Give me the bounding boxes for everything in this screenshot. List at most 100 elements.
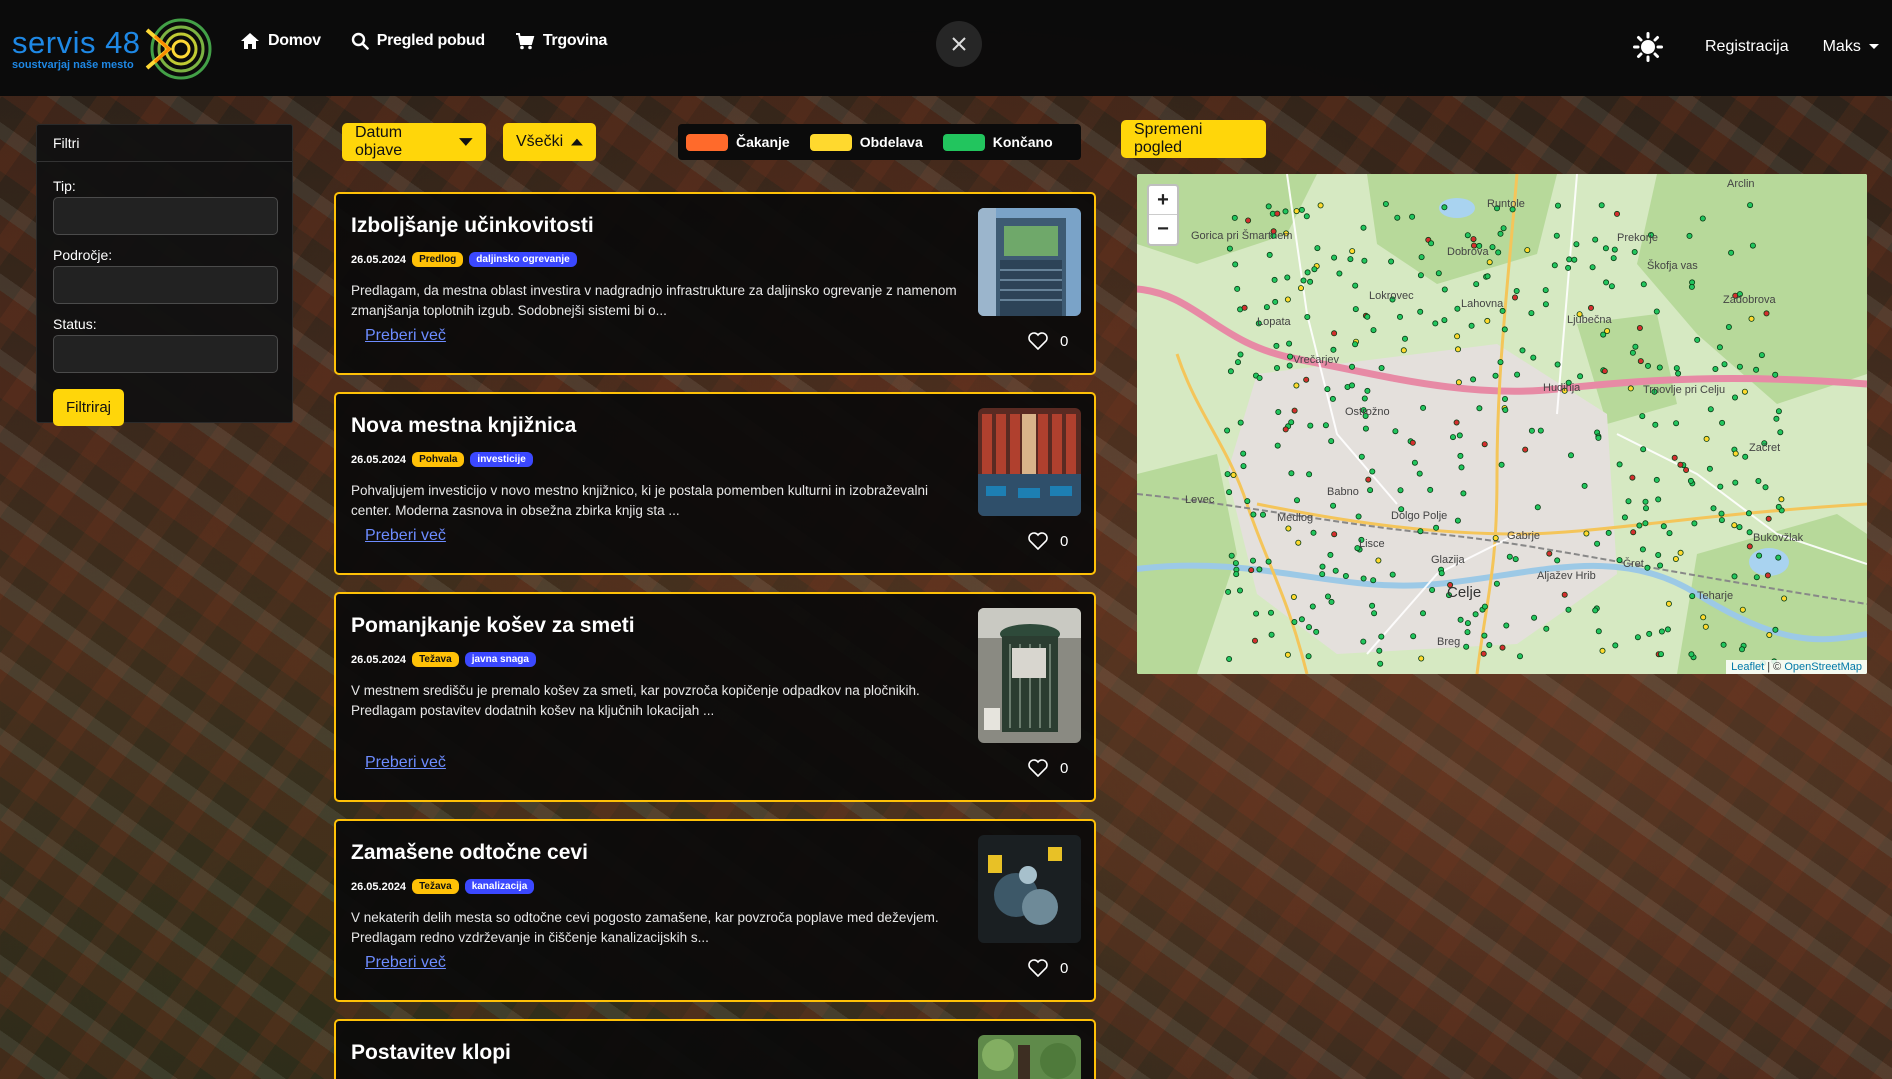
issue-marker[interactable] — [1364, 313, 1371, 320]
issue-marker[interactable] — [1753, 366, 1760, 373]
issue-marker[interactable] — [1331, 254, 1338, 261]
issue-marker[interactable] — [1417, 528, 1424, 535]
issue-marker[interactable] — [1347, 256, 1354, 263]
issue-marker[interactable] — [1503, 622, 1510, 629]
issue-marker[interactable] — [1428, 240, 1435, 247]
issue-marker[interactable] — [1736, 363, 1743, 370]
issue-marker[interactable] — [1324, 386, 1331, 393]
register-link[interactable]: Registracija — [1705, 38, 1789, 56]
issue-marker[interactable] — [1732, 394, 1739, 401]
issue-marker[interactable] — [1639, 546, 1646, 553]
issue-marker[interactable] — [1409, 213, 1416, 220]
issue-marker[interactable] — [1748, 315, 1755, 322]
issue-marker[interactable] — [1331, 531, 1338, 538]
issue-marker[interactable] — [1506, 553, 1513, 560]
issue-marker[interactable] — [1256, 566, 1263, 573]
issue-marker[interactable] — [1225, 588, 1232, 595]
issue-marker[interactable] — [1554, 557, 1561, 564]
issue-marker[interactable] — [1673, 420, 1680, 427]
issue-marker[interactable] — [1675, 370, 1682, 377]
issue-marker[interactable] — [1382, 200, 1389, 207]
issue-marker[interactable] — [1605, 529, 1612, 536]
issue-marker[interactable] — [1303, 213, 1310, 220]
issue-marker[interactable] — [1637, 358, 1644, 365]
issue-marker[interactable] — [1473, 281, 1480, 288]
issue-marker[interactable] — [1567, 452, 1574, 459]
issue-marker[interactable] — [1613, 210, 1620, 217]
read-more-link[interactable]: Preberi več — [365, 954, 446, 972]
issue-marker[interactable] — [1629, 349, 1636, 356]
issue-marker[interactable] — [1378, 364, 1385, 371]
post-title[interactable]: Nova mestna knjižnica — [351, 414, 576, 438]
issue-marker[interactable] — [1731, 522, 1738, 529]
issue-marker[interactable] — [1736, 524, 1743, 531]
like-button[interactable]: 0 — [1028, 532, 1068, 550]
issue-marker[interactable] — [1230, 471, 1237, 478]
issue-marker[interactable] — [1778, 496, 1785, 503]
issue-marker[interactable] — [1522, 446, 1529, 453]
issue-marker[interactable] — [1244, 498, 1251, 505]
issue-marker[interactable] — [1699, 215, 1706, 222]
issue-marker[interactable] — [1599, 647, 1606, 654]
issue-marker[interactable] — [1543, 625, 1550, 632]
issue-marker[interactable] — [1460, 490, 1467, 497]
issue-marker[interactable] — [1516, 653, 1523, 660]
issue-marker[interactable] — [1455, 379, 1462, 386]
issue-marker[interactable] — [1732, 479, 1739, 486]
issue-marker[interactable] — [1592, 607, 1599, 614]
issue-marker[interactable] — [1454, 346, 1461, 353]
issue-marker[interactable] — [1435, 270, 1442, 277]
issue-marker[interactable] — [1542, 287, 1549, 294]
issue-marker[interactable] — [1305, 653, 1312, 660]
like-button[interactable]: 0 — [1028, 332, 1068, 350]
zoom-in-button[interactable]: + — [1149, 186, 1177, 215]
issue-marker[interactable] — [1583, 530, 1590, 537]
issue-marker[interactable] — [1492, 535, 1499, 542]
issue-marker[interactable] — [1484, 273, 1491, 280]
issue-marker[interactable] — [1288, 470, 1295, 477]
issue-marker[interactable] — [1370, 327, 1377, 334]
issue-marker[interactable] — [1290, 593, 1297, 600]
issue-marker[interactable] — [1300, 277, 1307, 284]
issue-marker[interactable] — [1694, 336, 1701, 343]
issue-marker[interactable] — [1237, 351, 1244, 358]
issue-marker[interactable] — [1721, 361, 1728, 368]
issue-marker[interactable] — [1688, 283, 1695, 290]
issue-marker[interactable] — [1392, 428, 1399, 435]
issue-marker[interactable] — [1753, 574, 1760, 581]
issue-marker[interactable] — [1502, 406, 1509, 413]
issue-marker[interactable] — [1271, 276, 1278, 283]
issue-marker[interactable] — [1427, 486, 1434, 493]
read-more-link[interactable]: Preberi več — [365, 327, 446, 345]
issue-marker[interactable] — [1293, 382, 1300, 389]
issue-marker[interactable] — [1291, 407, 1298, 414]
issue-marker[interactable] — [1228, 552, 1235, 559]
issue-marker[interactable] — [1573, 241, 1580, 248]
issue-marker[interactable] — [1710, 505, 1717, 512]
issue-marker[interactable] — [1358, 453, 1365, 460]
issue-marker[interactable] — [1640, 281, 1647, 288]
zoom-out-button[interactable]: − — [1149, 215, 1177, 244]
issue-marker[interactable] — [1621, 514, 1628, 521]
issue-marker[interactable] — [1746, 529, 1753, 536]
issue-marker[interactable] — [1632, 343, 1639, 350]
read-more-link[interactable]: Preberi več — [365, 754, 446, 772]
issue-marker[interactable] — [1603, 279, 1610, 286]
issue-marker[interactable] — [1608, 283, 1615, 290]
issue-marker[interactable] — [1287, 353, 1294, 360]
issue-marker[interactable] — [1231, 214, 1238, 221]
post-title[interactable]: Izboljšanje učinkovitosti — [351, 214, 594, 238]
issue-marker[interactable] — [1492, 372, 1499, 379]
issue-marker[interactable] — [1349, 248, 1356, 255]
issue-marker[interactable] — [1513, 288, 1520, 295]
issue-marker[interactable] — [1639, 413, 1646, 420]
issue-marker[interactable] — [1602, 245, 1609, 252]
issue-marker[interactable] — [1687, 477, 1694, 484]
issue-marker[interactable] — [1742, 453, 1749, 460]
issue-marker[interactable] — [1773, 415, 1780, 422]
issue-marker[interactable] — [1457, 616, 1464, 623]
issue-marker[interactable] — [1293, 497, 1300, 504]
issue-marker[interactable] — [1554, 202, 1561, 209]
issue-marker[interactable] — [1660, 523, 1667, 530]
issue-marker[interactable] — [1519, 347, 1526, 354]
